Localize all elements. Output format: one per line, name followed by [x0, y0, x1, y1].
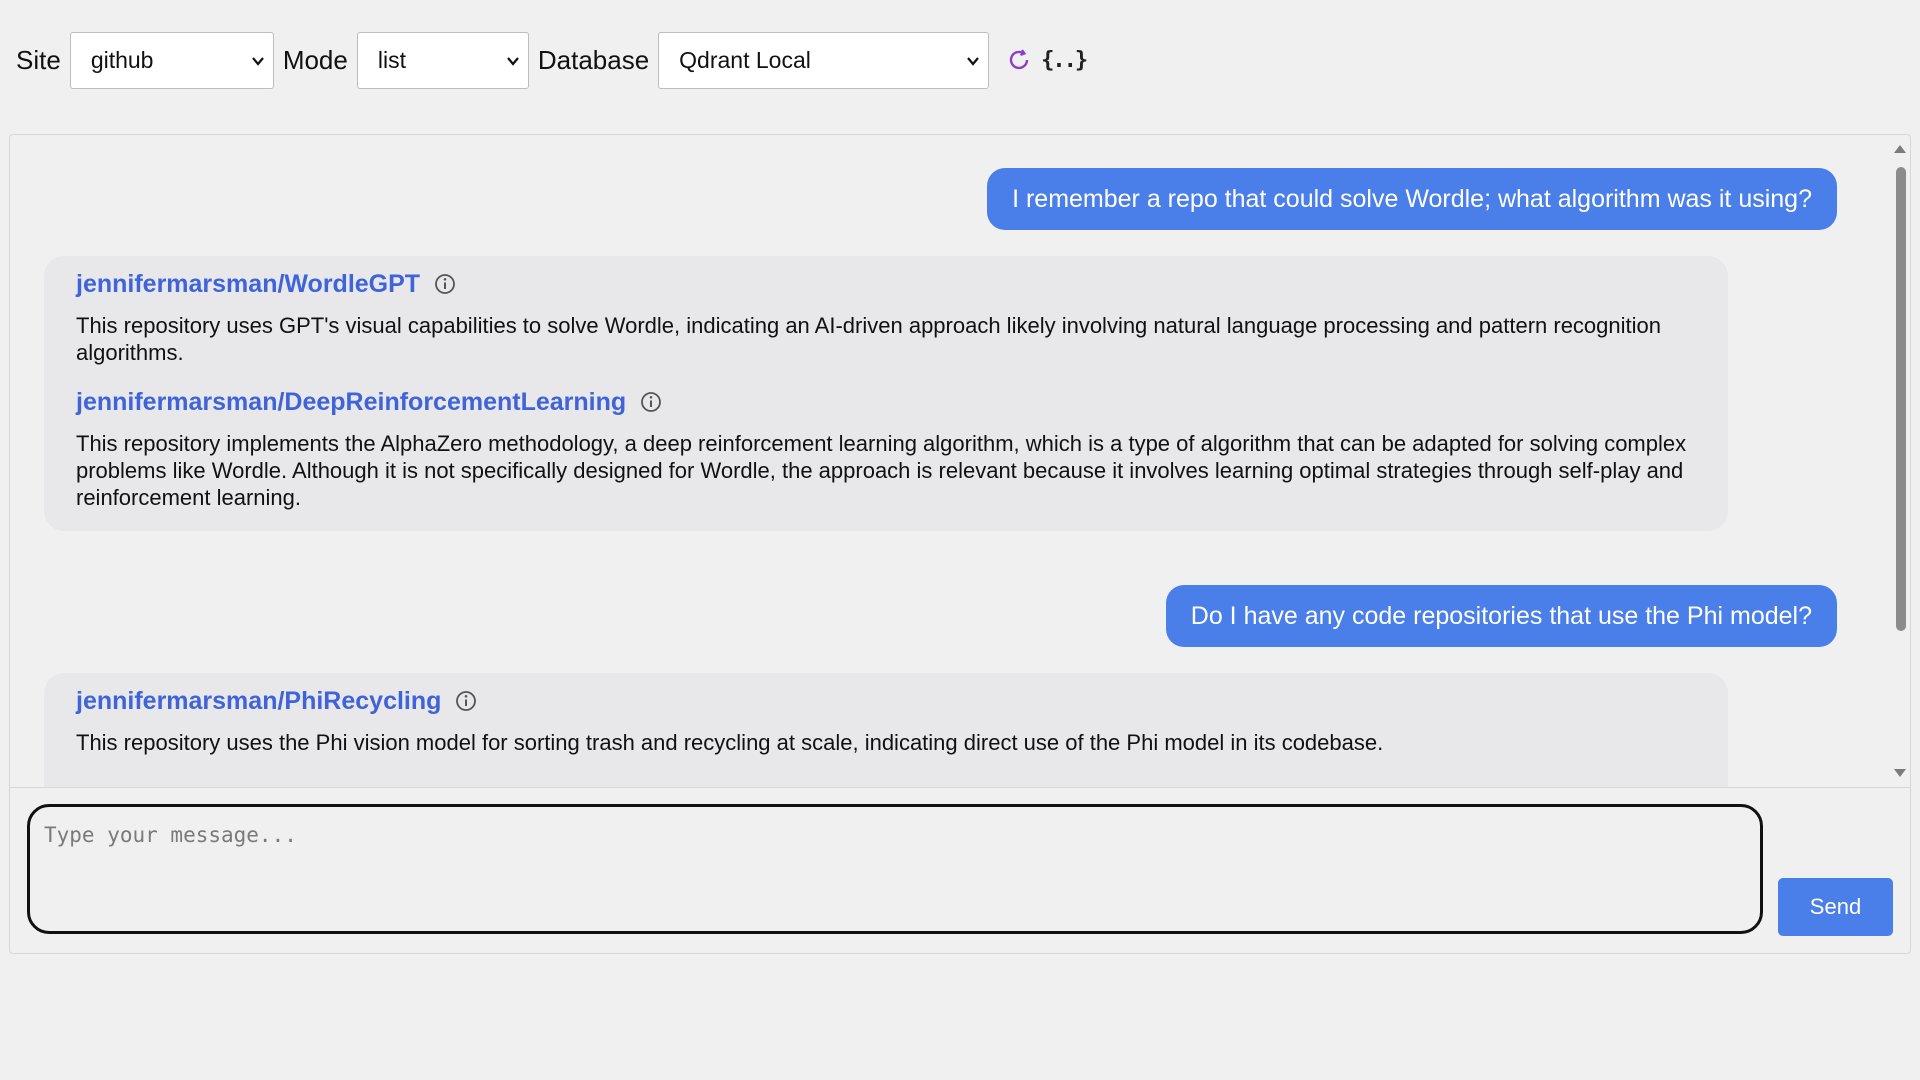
mode-select-value: list	[377, 46, 406, 73]
info-icon[interactable]	[434, 273, 456, 295]
assistant-response: jennifermarsman/WordleGPT This repositor…	[44, 256, 1728, 531]
site-select[interactable]: github	[69, 31, 274, 89]
message-input[interactable]	[27, 804, 1763, 934]
chat-panel: I remember a repo that could solve Wordl…	[9, 134, 1911, 954]
database-label: Database	[537, 44, 650, 75]
database-select[interactable]: Qdrant Local	[658, 31, 990, 89]
scroll-down-arrow-icon[interactable]	[1894, 769, 1906, 777]
chevron-down-icon	[507, 56, 519, 66]
scrollbar-thumb[interactable]	[1896, 167, 1906, 631]
send-button[interactable]: Send	[1778, 878, 1893, 936]
scroll-up-arrow-icon[interactable]	[1894, 145, 1906, 153]
divider	[10, 787, 1910, 788]
message-list: I remember a repo that could solve Wordl…	[10, 135, 1890, 787]
chevron-down-icon	[251, 56, 264, 66]
toolbar: Site github Mode list Database Qdrant Lo…	[0, 0, 1920, 120]
site-select-value: github	[90, 46, 154, 73]
site-label: Site	[16, 44, 61, 75]
result-item: jennifermarsman/DeepReinforcementLearnin…	[76, 386, 1704, 511]
repo-link[interactable]: jennifermarsman/DeepReinforcementLearnin…	[76, 388, 626, 417]
mode-select[interactable]: list	[356, 31, 529, 89]
user-message: Do I have any code repositories that use…	[1165, 585, 1837, 647]
assistant-response: jennifermarsman/PhiRecycling This reposi…	[44, 673, 1728, 787]
mode-label: Mode	[282, 44, 348, 75]
json-icon[interactable]: {..}	[1041, 48, 1088, 73]
user-message: I remember a repo that could solve Wordl…	[987, 168, 1837, 230]
repo-link[interactable]: jennifermarsman/WordleGPT	[76, 270, 420, 299]
repo-link[interactable]: jennifermarsman/PhiRecycling	[76, 687, 441, 716]
database-select-value: Qdrant Local	[679, 46, 811, 73]
result-item: jennifermarsman/PhiRecycling This reposi…	[76, 685, 1704, 756]
chevron-down-icon	[967, 56, 980, 66]
scrollbar[interactable]	[1891, 135, 1909, 787]
result-description: This repository implements the AlphaZero…	[76, 431, 1687, 510]
info-icon[interactable]	[640, 391, 662, 413]
info-icon[interactable]	[455, 690, 477, 712]
refresh-icon-glyph	[1009, 49, 1029, 70]
refresh-icon[interactable]	[1003, 44, 1035, 76]
result-description: This repository uses GPT's visual capabi…	[76, 313, 1661, 365]
result-item: jennifermarsman/WordleGPT This repositor…	[76, 268, 1704, 366]
result-description: This repository uses the Phi vision mode…	[76, 730, 1384, 755]
